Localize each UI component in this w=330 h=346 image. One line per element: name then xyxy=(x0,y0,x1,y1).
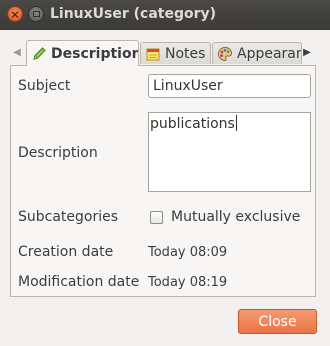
tab-notes[interactable]: Notes xyxy=(140,42,211,64)
window-minimize-icon[interactable] xyxy=(28,6,44,22)
tab-notes-label: Notes xyxy=(165,45,206,62)
tab-description[interactable]: Description xyxy=(26,40,139,66)
tab-appearance-label: Appearan xyxy=(237,45,302,62)
palette-icon xyxy=(218,46,232,61)
window-close-icon[interactable]: × xyxy=(7,6,23,22)
description-label: Description xyxy=(18,145,98,161)
subject-label: Subject xyxy=(18,78,71,94)
title-bar: × LinuxUser (category) xyxy=(0,0,330,30)
mutually-exclusive-label[interactable]: Mutually exclusive xyxy=(171,209,300,225)
tab-bar: ◀ Description Notes Appearan ▶ xyxy=(10,40,316,66)
tab-appearance[interactable]: Appearan xyxy=(212,42,302,64)
creation-date-label: Creation date xyxy=(18,244,114,260)
description-panel: Subject LinuxUser Description publicatio… xyxy=(10,65,316,297)
window-title: LinuxUser (category) xyxy=(50,6,217,22)
subject-input[interactable]: LinuxUser xyxy=(148,74,311,98)
description-text: publications xyxy=(150,116,235,132)
subcategories-label: Subcategories xyxy=(18,209,119,225)
description-textarea[interactable]: publications xyxy=(148,112,311,192)
modification-date-value: Today 08:19 xyxy=(148,275,228,290)
pencil-icon xyxy=(33,46,46,60)
close-button[interactable]: Close xyxy=(238,309,317,334)
tab-scroll-left-icon[interactable]: ◀ xyxy=(10,40,24,64)
text-caret xyxy=(235,115,237,131)
mutually-exclusive-checkbox[interactable] xyxy=(150,211,163,224)
modification-date-label: Modification date xyxy=(18,274,140,290)
tab-description-label: Description xyxy=(51,45,139,62)
creation-date-value: Today 08:09 xyxy=(148,245,228,260)
tab-scroll-right-icon[interactable]: ▶ xyxy=(300,40,314,64)
note-icon xyxy=(146,48,160,60)
